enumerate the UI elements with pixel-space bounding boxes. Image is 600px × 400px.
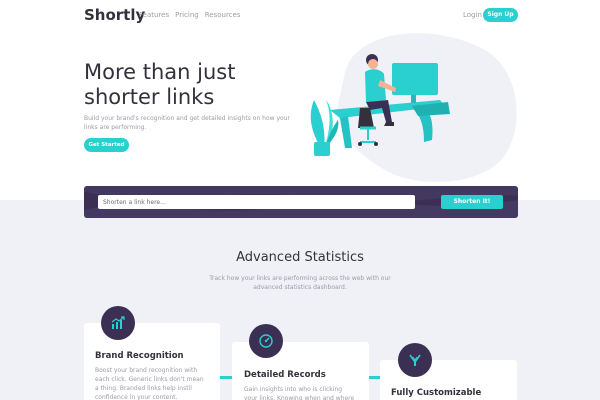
hero-subtitle: Build your brand's recognition and get d… — [84, 115, 290, 131]
sign-up-button[interactable]: Sign Up — [483, 8, 518, 22]
section-title: Advanced Statistics — [236, 250, 364, 265]
section-subtitle: Track how your links are performing acro… — [209, 275, 391, 291]
shorten-link-input[interactable] — [98, 195, 415, 209]
card-title-brand-recognition: Brand Recognition — [95, 351, 184, 361]
card-text-brand-recognition: Boost your brand recognition with each c… — [95, 367, 204, 400]
brush-icon — [398, 343, 432, 377]
chart-icon — [101, 306, 135, 340]
logo[interactable]: Shortly — [84, 6, 145, 24]
nav-link-resources[interactable]: Resources — [205, 10, 241, 20]
nav-links: Features Pricing Resources — [139, 10, 240, 20]
card-title-fully-customizable: Fully Customizable — [391, 388, 482, 398]
top-nav: Shortly Features Pricing Resources Login… — [84, 6, 518, 24]
shorten-it-button[interactable]: Shorten It! — [441, 195, 503, 209]
shorten-form: Shorten It! — [84, 186, 518, 218]
person-working-at-desk-illustration — [310, 33, 517, 182]
card-title-detailed-records: Detailed Records — [244, 370, 326, 380]
gauge-icon — [249, 324, 283, 358]
nav-link-features[interactable]: Features — [139, 10, 169, 20]
get-started-button[interactable]: Get Started — [84, 138, 129, 152]
nav-link-pricing[interactable]: Pricing — [175, 10, 199, 20]
card-text-detailed-records: Gain insights into who is clicking your … — [244, 386, 355, 400]
login-link[interactable]: Login — [463, 10, 482, 20]
hero-title: More than just shorter links — [84, 60, 236, 109]
